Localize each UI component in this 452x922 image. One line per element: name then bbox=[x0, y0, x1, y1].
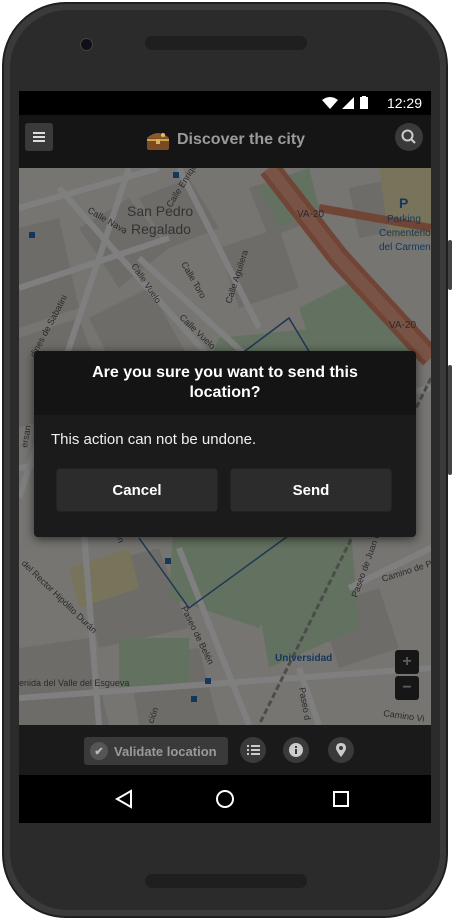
recents-icon[interactable] bbox=[333, 791, 349, 807]
info-icon bbox=[289, 743, 303, 757]
check-icon: ✔ bbox=[90, 742, 108, 760]
status-time: 12:29 bbox=[386, 95, 422, 111]
search-icon bbox=[401, 129, 416, 144]
dialog-message: This action can not be undone. bbox=[51, 431, 257, 448]
validate-location-button[interactable]: ✔ Validate location bbox=[84, 737, 228, 765]
treasure-chest-icon bbox=[147, 133, 169, 150]
menu-icon-line bbox=[33, 140, 45, 142]
search-button[interactable] bbox=[395, 123, 423, 151]
back-icon[interactable] bbox=[114, 789, 132, 809]
bottom-speaker bbox=[145, 874, 307, 888]
validate-location-label: Validate location bbox=[114, 743, 217, 759]
phone-screen: 12:29 Discover the city ✔ Validate locat… bbox=[19, 91, 431, 823]
map-pin-icon bbox=[336, 743, 346, 757]
battery-icon bbox=[360, 97, 368, 109]
cancel-button[interactable]: Cancel bbox=[56, 468, 218, 512]
system-nav-bar bbox=[19, 775, 431, 823]
signal-icon bbox=[342, 97, 354, 109]
list-icon bbox=[247, 745, 260, 755]
menu-icon bbox=[33, 132, 45, 134]
earpiece-speaker bbox=[145, 36, 307, 50]
location-pin-button[interactable] bbox=[328, 737, 354, 763]
dialog-header: Are you sure you want to send this locat… bbox=[34, 351, 416, 415]
status-icons bbox=[321, 96, 373, 115]
dialog-title: Are you sure you want to send this locat… bbox=[92, 364, 358, 401]
status-bar: 12:29 bbox=[19, 91, 431, 115]
info-button[interactable] bbox=[283, 737, 309, 763]
app-title-group: Discover the city bbox=[145, 125, 305, 155]
volume-button bbox=[448, 240, 452, 290]
menu-icon-line bbox=[33, 136, 45, 138]
list-button[interactable] bbox=[240, 737, 266, 763]
app-bar: Discover the city bbox=[19, 115, 431, 168]
wifi-icon bbox=[322, 97, 338, 109]
front-camera bbox=[80, 38, 93, 51]
home-icon[interactable] bbox=[216, 790, 234, 808]
app-title: Discover the city bbox=[177, 131, 306, 148]
power-button bbox=[448, 365, 452, 475]
menu-button[interactable] bbox=[25, 123, 53, 151]
send-button[interactable]: Send bbox=[230, 468, 392, 512]
confirm-dialog: Are you sure you want to send this locat… bbox=[34, 351, 416, 537]
bottom-toolbar: ✔ Validate location bbox=[19, 725, 431, 775]
